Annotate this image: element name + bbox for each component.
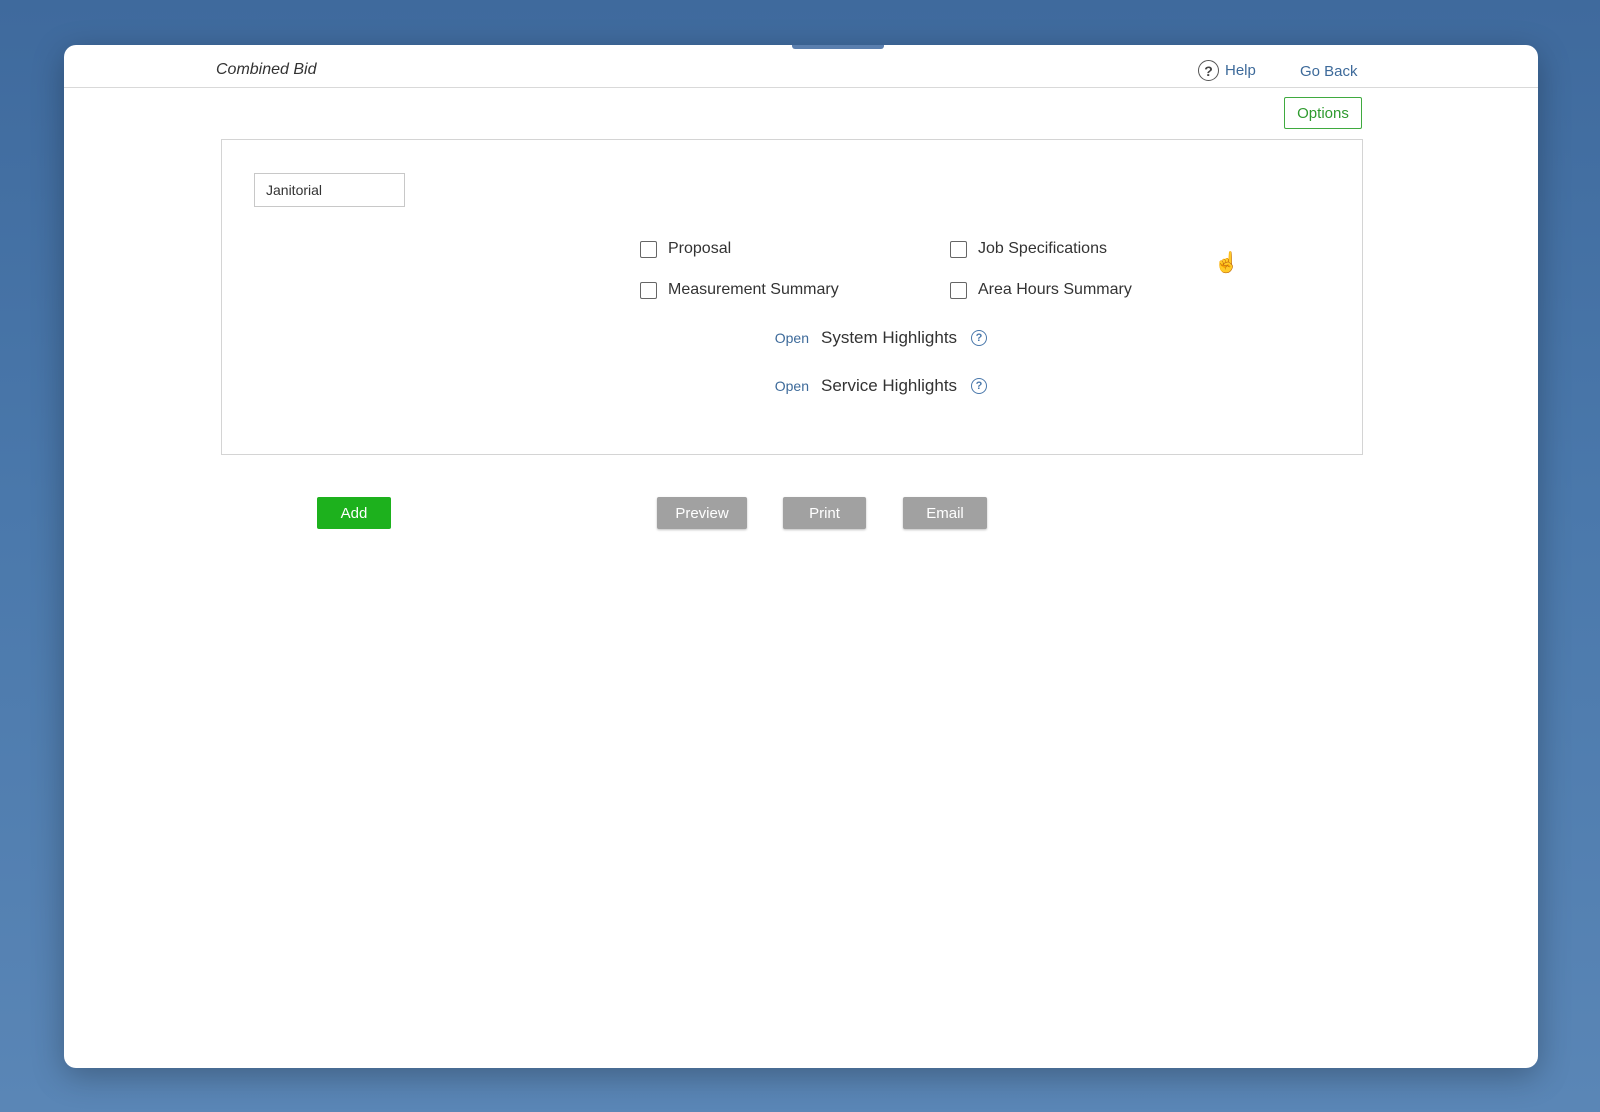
preview-button[interactable]: Preview — [657, 497, 747, 529]
checkbox-label: Measurement Summary — [668, 281, 839, 298]
help-link[interactable]: ? Help — [1198, 60, 1256, 81]
job-specifications-checkbox[interactable] — [950, 240, 967, 258]
bid-options-panel: Proposal Job Specifications Measurement … — [221, 139, 1363, 455]
bid-name-input[interactable] — [254, 173, 405, 207]
go-back-link[interactable]: Go Back — [1300, 63, 1358, 80]
checkbox-label: Proposal — [668, 240, 732, 257]
question-circle-icon: ? — [1198, 60, 1219, 81]
options-button[interactable]: Options — [1284, 97, 1362, 129]
app-window: Combined Bid ? Help Go Back Options Prop… — [64, 45, 1538, 1068]
help-icon[interactable]: ? — [971, 378, 987, 394]
proposal-checkbox[interactable] — [640, 240, 657, 258]
hand-cursor-icon: ☝ — [1214, 252, 1239, 274]
checkbox-proposal[interactable]: Proposal — [640, 240, 731, 258]
page-title: Combined Bid — [216, 61, 317, 78]
checkbox-area-hours-summary[interactable]: Area Hours Summary — [950, 281, 1132, 299]
open-system-highlights-link[interactable]: Open — [765, 330, 809, 346]
measurement-summary-checkbox[interactable] — [640, 281, 657, 299]
checkbox-label: Job Specifications — [978, 240, 1107, 257]
help-icon[interactable]: ? — [971, 330, 987, 346]
checkbox-measurement-summary[interactable]: Measurement Summary — [640, 281, 839, 299]
page-header: Combined Bid ? Help Go Back — [64, 45, 1538, 88]
checkbox-label: Area Hours Summary — [978, 281, 1132, 298]
area-hours-summary-checkbox[interactable] — [950, 281, 967, 299]
add-button[interactable]: Add — [317, 497, 391, 529]
open-service-highlights-link[interactable]: Open — [765, 378, 809, 394]
service-highlights-row: Open Service Highlights ? — [765, 376, 987, 396]
system-highlights-row: Open System Highlights ? — [765, 328, 987, 348]
checkbox-job-specifications[interactable]: Job Specifications — [950, 240, 1107, 258]
help-label: Help — [1225, 62, 1256, 79]
system-highlights-label: System Highlights — [821, 328, 958, 347]
email-button[interactable]: Email — [903, 497, 987, 529]
print-button[interactable]: Print — [783, 497, 866, 529]
service-highlights-label: Service Highlights — [821, 376, 958, 395]
